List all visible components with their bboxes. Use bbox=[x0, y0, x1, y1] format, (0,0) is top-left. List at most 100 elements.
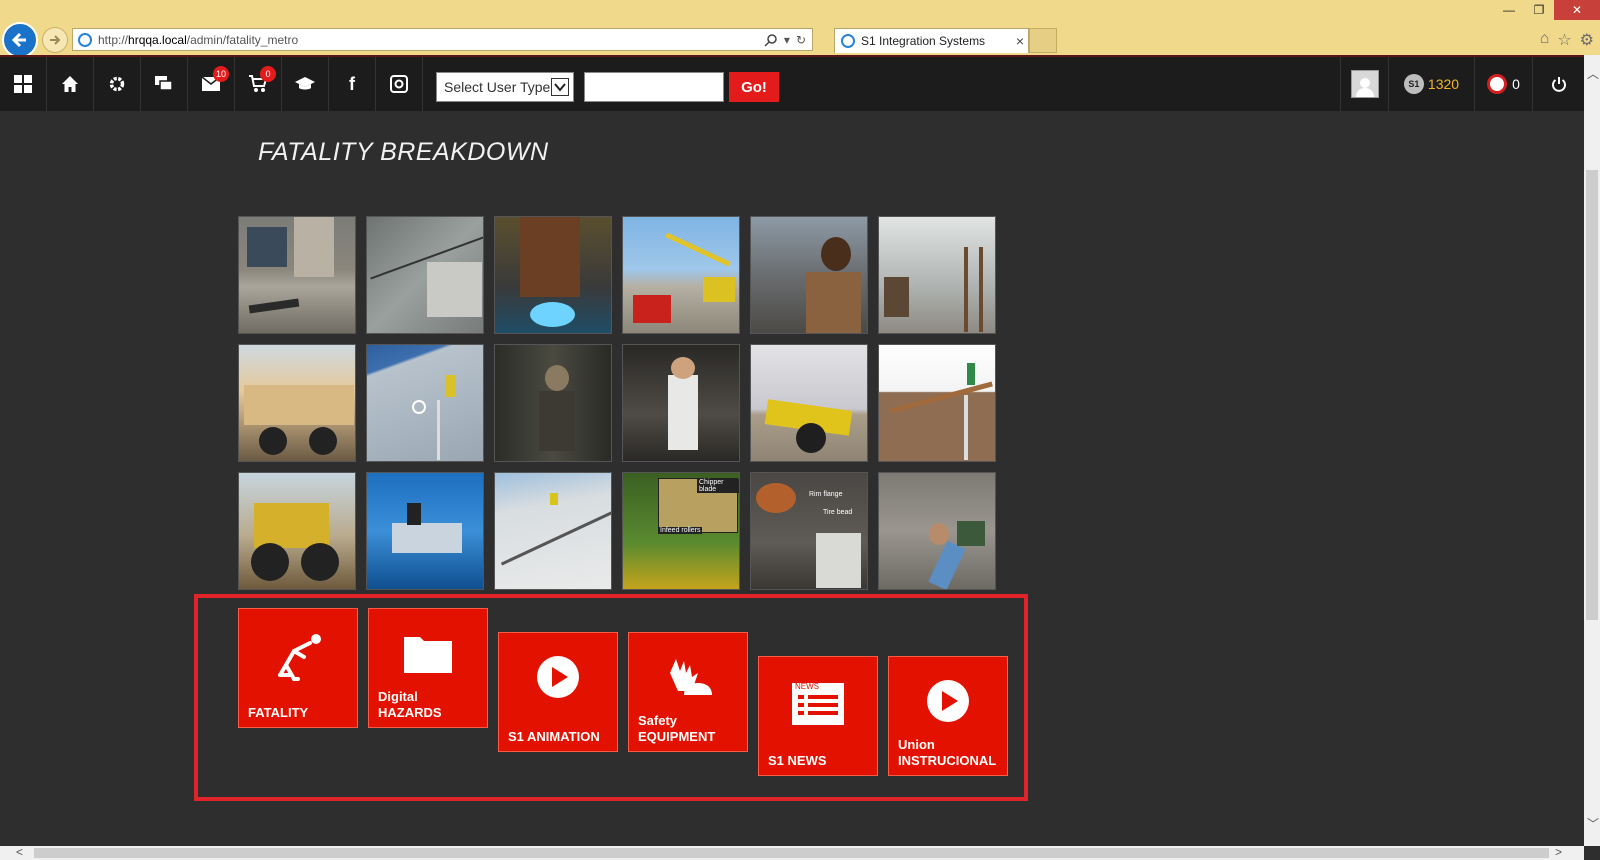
annotation-infeed-rollers: Infeed rollers bbox=[658, 527, 703, 534]
scroll-right-icon[interactable]: > bbox=[1555, 845, 1562, 859]
photo-concrete-site[interactable] bbox=[238, 216, 356, 334]
search-input[interactable] bbox=[584, 72, 724, 102]
user-silhouette-icon bbox=[1355, 78, 1374, 97]
facebook-icon: f bbox=[349, 73, 355, 94]
photo-crane-truck[interactable] bbox=[622, 216, 740, 334]
photo-blue-truck[interactable] bbox=[366, 472, 484, 590]
address-url[interactable]: http://hrqqa.local/admin/fatality_metro bbox=[98, 33, 764, 47]
window-close-icon[interactable]: ✕ bbox=[1554, 0, 1600, 20]
power-icon bbox=[1551, 77, 1566, 92]
browser-back-button[interactable] bbox=[2, 22, 38, 58]
ie-icon bbox=[78, 32, 92, 47]
tile-s1-news[interactable]: NEWS S1 NEWS bbox=[758, 656, 878, 776]
points-value: 1320 bbox=[1427, 76, 1460, 92]
points-display[interactable]: S1 1320 bbox=[1388, 57, 1474, 111]
tools-gear-icon[interactable]: ⚙ bbox=[1580, 30, 1594, 50]
alerts-display[interactable]: 0 bbox=[1474, 57, 1532, 111]
graduation-cap-icon bbox=[295, 77, 315, 90]
cart-button[interactable]: 0 bbox=[235, 57, 282, 111]
training-button[interactable] bbox=[282, 57, 329, 111]
alerts-count: 0 bbox=[1512, 76, 1520, 92]
go-button[interactable]: Go! bbox=[729, 72, 779, 102]
arrow-right-icon bbox=[50, 35, 61, 45]
chat-icon bbox=[155, 76, 173, 91]
browser-chrome: http://hrqqa.local/admin/fatality_metro … bbox=[0, 0, 1600, 58]
tile-label: Safety EQUIPMENT bbox=[638, 713, 716, 744]
scroll-down-icon[interactable]: ﹀ bbox=[1587, 815, 1599, 832]
falling-person-icon bbox=[239, 631, 357, 691]
tile-digital-hazards[interactable]: Digital HAZARDS bbox=[368, 608, 488, 728]
tile-label: S1 NEWS bbox=[768, 753, 827, 768]
browser-tab[interactable]: S1 Integration Systems × bbox=[834, 28, 1029, 53]
scroll-up-icon[interactable]: ︿ bbox=[1587, 65, 1599, 82]
play-icon bbox=[499, 655, 617, 699]
chevron-down-icon[interactable]: ▾ bbox=[784, 33, 790, 47]
ie-icon bbox=[841, 34, 855, 48]
restore-icon[interactable]: ❐ bbox=[1524, 0, 1554, 20]
user-type-select[interactable]: Select User Type bbox=[436, 72, 574, 102]
tab-title: S1 Integration Systems bbox=[861, 34, 986, 48]
chat-button[interactable] bbox=[141, 57, 188, 111]
browser-forward-button[interactable] bbox=[42, 27, 68, 53]
arrow-left-icon bbox=[11, 32, 26, 48]
photo-kitchen-chef[interactable] bbox=[622, 344, 740, 462]
photo-yellow-cart[interactable] bbox=[750, 344, 868, 462]
photo-fallen-man[interactable] bbox=[878, 472, 996, 590]
horizontal-scrollbar[interactable]: < > bbox=[0, 845, 1584, 860]
instagram-button[interactable] bbox=[376, 57, 423, 111]
points-coin-icon: S1 bbox=[1403, 74, 1424, 94]
scroll-left-icon[interactable]: < bbox=[16, 845, 23, 859]
home-button[interactable] bbox=[47, 57, 94, 111]
tile-label: FATALITY bbox=[248, 705, 309, 720]
facebook-button[interactable]: f bbox=[329, 57, 376, 111]
gloves-hardhat-icon bbox=[629, 655, 747, 705]
tile-label: S1 ANIMATION bbox=[508, 729, 600, 744]
photo-factory-worker[interactable] bbox=[494, 344, 612, 462]
annotation-tire-bead: Tire bead bbox=[823, 509, 853, 516]
vertical-scroll-thumb[interactable] bbox=[1586, 170, 1598, 620]
minimize-icon[interactable]: — bbox=[1494, 0, 1524, 20]
messages-badge: 10 bbox=[213, 66, 230, 82]
favorites-star-icon[interactable]: ☆ bbox=[1557, 30, 1571, 50]
annotation-rim-flange: Rim flange bbox=[809, 491, 843, 498]
home-icon bbox=[62, 76, 78, 92]
horizontal-scroll-thumb[interactable] bbox=[34, 848, 1549, 858]
photo-tire-rim[interactable]: Rim flange Tire bead bbox=[750, 472, 868, 590]
photo-house-ladders[interactable] bbox=[878, 344, 996, 462]
photo-loader[interactable] bbox=[238, 472, 356, 590]
messages-button[interactable]: 10 bbox=[188, 57, 235, 111]
tile-s1-animation[interactable]: S1 ANIMATION bbox=[498, 632, 618, 752]
settings-button[interactable] bbox=[94, 57, 141, 111]
svg-text:NEWS: NEWS bbox=[795, 682, 819, 691]
refresh-icon[interactable]: ↻ bbox=[796, 33, 806, 47]
photo-chipper-blade[interactable]: Chipper blade Infeed rollers bbox=[622, 472, 740, 590]
folder-icon bbox=[369, 631, 487, 675]
photo-wall-ladder[interactable] bbox=[366, 344, 484, 462]
close-tab-icon[interactable]: × bbox=[1012, 33, 1028, 49]
browser-home-icon[interactable]: ⌂ bbox=[1540, 30, 1550, 50]
photo-roof-workers[interactable] bbox=[494, 472, 612, 590]
apps-icon bbox=[14, 75, 32, 93]
tile-union-instrucional[interactable]: Union INSTRUCIONAL bbox=[888, 656, 1008, 776]
chevron-down-icon bbox=[551, 78, 569, 96]
photo-ladder-office[interactable] bbox=[878, 216, 996, 334]
new-tab-button[interactable] bbox=[1029, 28, 1057, 53]
tile-label: Union INSTRUCIONAL bbox=[898, 737, 997, 768]
photo-welder[interactable] bbox=[494, 216, 612, 334]
photo-worker-city[interactable] bbox=[750, 216, 868, 334]
play-icon bbox=[889, 679, 1007, 723]
tile-safety-equipment[interactable]: Safety EQUIPMENT bbox=[628, 632, 748, 752]
search-icon[interactable] bbox=[764, 33, 778, 47]
window-controls: — ❐ ✕ bbox=[1494, 0, 1600, 20]
tile-fatality[interactable]: FATALITY bbox=[238, 608, 358, 728]
address-bar[interactable]: http://hrqqa.local/admin/fatality_metro … bbox=[72, 28, 813, 51]
alert-icon bbox=[1487, 74, 1508, 94]
photo-machine-truck[interactable] bbox=[238, 344, 356, 462]
news-icon: NEWS bbox=[759, 679, 877, 727]
photo-roof-wires[interactable] bbox=[366, 216, 484, 334]
vertical-scrollbar[interactable]: ︿ ﹀ bbox=[1584, 55, 1600, 846]
apps-button[interactable] bbox=[0, 57, 47, 111]
profile-button[interactable] bbox=[1340, 57, 1388, 111]
avatar bbox=[1350, 70, 1379, 98]
logout-button[interactable] bbox=[1532, 57, 1584, 111]
